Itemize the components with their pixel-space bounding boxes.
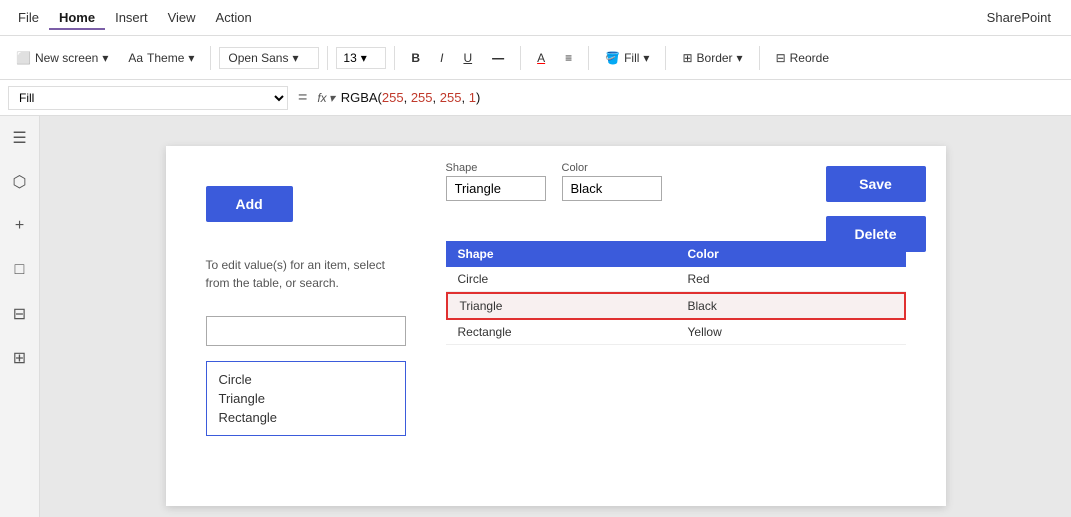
sidebar-icon-media[interactable]: ⊟ bbox=[6, 300, 34, 328]
font-chevron: ▾ bbox=[292, 51, 298, 65]
fx-label[interactable]: fx ▾ bbox=[317, 91, 334, 105]
equals-sign: = bbox=[294, 89, 311, 107]
screen-icon: ⬜ bbox=[16, 51, 31, 65]
hint-line-1: To edit value(s) for an item, select bbox=[206, 256, 385, 274]
cell-color: Yellow bbox=[676, 320, 906, 344]
menu-action[interactable]: Action bbox=[206, 6, 262, 29]
rgba-r: 255 bbox=[382, 90, 404, 105]
col-color: Color bbox=[676, 241, 906, 267]
rgba-g: 255 bbox=[411, 90, 433, 105]
new-screen-label: New screen bbox=[35, 51, 98, 65]
rgba-prefix: RGBA( bbox=[341, 90, 382, 105]
theme-label: Theme bbox=[147, 51, 184, 65]
sep-3 bbox=[394, 46, 395, 70]
color-label: Color bbox=[562, 162, 662, 174]
menu-bar: File Home Insert View Action SharePoint bbox=[0, 0, 1071, 36]
cell-color: Red bbox=[676, 267, 906, 291]
app-canvas: Add Shape Color Save Delete bbox=[166, 146, 946, 506]
add-button[interactable]: Add bbox=[206, 186, 293, 222]
menu-home[interactable]: Home bbox=[49, 6, 105, 29]
reorder-icon: ⊟ bbox=[776, 51, 786, 65]
theme-button[interactable]: Aa Theme ▾ bbox=[120, 47, 202, 69]
bold-button[interactable]: B bbox=[403, 47, 428, 69]
align-button[interactable]: ≡ bbox=[557, 47, 580, 69]
sidebar-icon-menu[interactable]: ☰ bbox=[6, 124, 34, 152]
list-item[interactable]: Circle bbox=[219, 370, 393, 389]
formula-content[interactable]: RGBA(255, 255, 255, 1) bbox=[341, 90, 1063, 105]
hint-line-2: from the table, or search. bbox=[206, 274, 385, 292]
sep-2 bbox=[327, 46, 328, 70]
app-title: SharePoint bbox=[987, 10, 1063, 25]
fill-icon: 🪣 bbox=[605, 51, 620, 65]
italic-button[interactable]: I bbox=[432, 47, 451, 69]
color-input[interactable] bbox=[562, 176, 662, 201]
font-color-icon: A bbox=[537, 51, 545, 65]
cell-shape: Triangle bbox=[448, 294, 676, 318]
table-row-selected[interactable]: Triangle Black bbox=[446, 292, 906, 320]
strikethrough-button[interactable]: — bbox=[484, 47, 512, 69]
font-size-value: 13 bbox=[343, 51, 356, 65]
border-button[interactable]: ⊞ Border ▾ bbox=[674, 47, 750, 69]
left-sidebar: ☰ ⬡ + □ ⊟ ⊞ bbox=[0, 116, 40, 517]
menu-file[interactable]: File bbox=[8, 6, 49, 29]
new-screen-chevron: ▾ bbox=[102, 51, 108, 65]
search-input[interactable] bbox=[206, 316, 406, 346]
new-screen-button[interactable]: ⬜ New screen ▾ bbox=[8, 47, 116, 69]
cell-shape: Rectangle bbox=[446, 320, 676, 344]
shape-input[interactable] bbox=[446, 176, 546, 201]
border-icon: ⊞ bbox=[682, 51, 692, 65]
theme-chevron: ▾ bbox=[188, 51, 194, 65]
table-row[interactable]: Rectangle Yellow bbox=[446, 320, 906, 345]
field-group: Shape Color bbox=[446, 162, 662, 201]
cell-color: Black bbox=[676, 294, 904, 318]
fill-label: Fill bbox=[624, 51, 639, 65]
sep-4 bbox=[520, 46, 521, 70]
menu-view[interactable]: View bbox=[158, 6, 206, 29]
underline-button[interactable]: U bbox=[455, 47, 480, 69]
font-value: Open Sans bbox=[228, 51, 288, 65]
table-header: Shape Color bbox=[446, 241, 906, 267]
list-box[interactable]: Circle Triangle Rectangle bbox=[206, 361, 406, 436]
menu-insert[interactable]: Insert bbox=[105, 6, 158, 29]
size-chevron: ▾ bbox=[361, 51, 367, 65]
sidebar-icon-add[interactable]: + bbox=[6, 212, 34, 240]
fill-chevron: ▾ bbox=[643, 51, 649, 65]
border-label: Border bbox=[697, 51, 733, 65]
sep-1 bbox=[210, 46, 211, 70]
shape-label: Shape bbox=[446, 162, 546, 174]
font-size-input[interactable]: 13 ▾ bbox=[336, 47, 386, 69]
list-item[interactable]: Rectangle bbox=[219, 408, 393, 427]
data-table: Shape Color Circle Red Triangle Black Re… bbox=[446, 241, 906, 345]
border-chevron: ▾ bbox=[737, 51, 743, 65]
canvas-area: Add Shape Color Save Delete bbox=[40, 116, 1071, 517]
formula-bar: Fill = fx ▾ RGBA(255, 255, 255, 1) bbox=[0, 80, 1071, 116]
shape-color-section: Shape Color bbox=[446, 162, 662, 201]
color-field: Color bbox=[562, 162, 662, 201]
rgba-a: 1 bbox=[469, 90, 476, 105]
col-shape: Shape bbox=[446, 241, 676, 267]
property-selector[interactable]: Fill bbox=[8, 86, 288, 110]
list-item[interactable]: Triangle bbox=[219, 389, 393, 408]
main-layout: ☰ ⬡ + □ ⊟ ⊞ Add Shape Color bbox=[0, 116, 1071, 517]
sep-6 bbox=[665, 46, 666, 70]
theme-icon: Aa bbox=[128, 51, 143, 65]
sidebar-icon-layers[interactable]: ⬡ bbox=[6, 168, 34, 196]
fill-button[interactable]: 🪣 Fill ▾ bbox=[597, 47, 657, 69]
rgba-b: 255 bbox=[440, 90, 462, 105]
toolbar: ⬜ New screen ▾ Aa Theme ▾ Open Sans ▾ 13… bbox=[0, 36, 1071, 80]
font-dropdown[interactable]: Open Sans ▾ bbox=[219, 47, 319, 69]
table-row[interactable]: Circle Red bbox=[446, 267, 906, 292]
hint-text: To edit value(s) for an item, select fro… bbox=[206, 256, 385, 292]
table-body: Circle Red Triangle Black Rectangle Yell… bbox=[446, 267, 906, 345]
reorder-button[interactable]: ⊟ Reorde bbox=[768, 47, 837, 69]
sidebar-icon-data[interactable]: □ bbox=[6, 256, 34, 284]
sidebar-icon-settings[interactable]: ⊞ bbox=[6, 344, 34, 372]
save-button[interactable]: Save bbox=[826, 166, 926, 202]
font-color-button[interactable]: A bbox=[529, 47, 553, 69]
sep-5 bbox=[588, 46, 589, 70]
cell-shape: Circle bbox=[446, 267, 676, 291]
shape-field: Shape bbox=[446, 162, 546, 201]
reorder-label: Reorde bbox=[790, 51, 829, 65]
sep-7 bbox=[759, 46, 760, 70]
